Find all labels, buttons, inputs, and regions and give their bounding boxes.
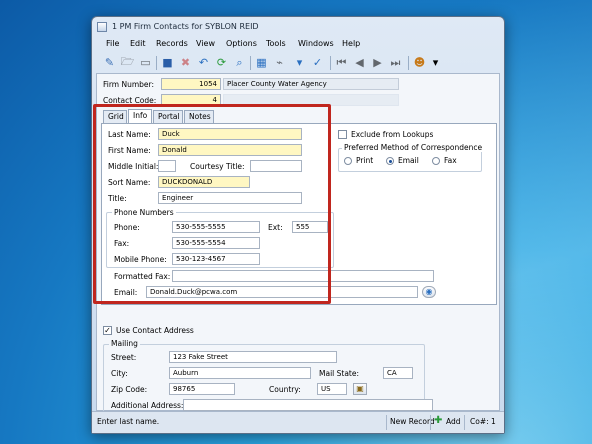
undo-icon[interactable]: ↶: [196, 55, 211, 70]
email-radio-label: Email: [398, 156, 419, 165]
record-state: New Record: [390, 417, 435, 426]
app-icon: [97, 22, 107, 32]
use-contact-address-label: Use Contact Address: [116, 326, 194, 335]
print-radio-label: Print: [356, 156, 374, 165]
last-record-icon[interactable]: ⏭: [388, 55, 403, 70]
refresh-icon[interactable]: ⟳: [214, 55, 229, 70]
print-icon[interactable]: ▭: [138, 55, 153, 70]
search-icon[interactable]: ⌕: [232, 55, 247, 70]
status-divider: [430, 415, 431, 430]
country-lookup-icon[interactable]: ▣: [353, 383, 367, 395]
toolbar: ✎ 🗁 ▭ ■ ✖ ↶ ⟳ ⌕ ▦ ⌁ ▾ ✓ ⏮ ◀ ▶ ⏭ ☻ ▾: [96, 53, 500, 73]
firm-number-label: Firm Number:: [103, 80, 155, 89]
email-radio[interactable]: [386, 157, 394, 165]
status-message: Enter last name.: [97, 417, 160, 426]
send-email-icon[interactable]: ◉: [422, 286, 436, 298]
window-title: 1 PM Firm Contacts for SYBLON REID: [112, 22, 259, 31]
previous-record-icon[interactable]: ◀: [352, 55, 367, 70]
menu-help[interactable]: Help: [342, 39, 360, 48]
menu-edit[interactable]: Edit: [130, 39, 146, 48]
toolbar-separator: [156, 56, 157, 70]
menu-bar: File Edit Records View Options Tools Win…: [96, 39, 500, 53]
toolbar-separator: [330, 56, 331, 70]
save-icon[interactable]: ■: [160, 55, 175, 70]
delete-icon[interactable]: ✖: [178, 55, 193, 70]
city-field[interactable]: Auburn: [169, 367, 311, 379]
dropdown-tool-icon[interactable]: ▾: [292, 55, 307, 70]
correspondence-label: Preferred Method of Correspondence: [342, 143, 485, 152]
menu-records[interactable]: Records: [156, 39, 188, 48]
add-button[interactable]: Add: [446, 417, 461, 426]
menu-windows[interactable]: Windows: [298, 39, 334, 48]
mail-state-label: Mail State:: [319, 369, 359, 378]
exclude-lookups-checkbox[interactable]: [338, 130, 347, 139]
record-count: Co#: 1: [470, 417, 496, 426]
street-field[interactable]: 123 Fake Street: [169, 351, 337, 363]
menu-file[interactable]: File: [106, 39, 119, 48]
first-record-icon[interactable]: ⏮: [334, 55, 349, 70]
calculator-icon[interactable]: ▦: [254, 55, 269, 70]
city-label: City:: [111, 369, 128, 378]
next-record-icon[interactable]: ▶: [370, 55, 385, 70]
firm-name-display: Placer County Water Agency: [223, 78, 399, 90]
chevron-down-icon[interactable]: ▾: [428, 55, 443, 70]
additional-address-field[interactable]: [183, 399, 433, 411]
print-radio[interactable]: [344, 157, 352, 165]
status-bar: Enter last name. New Record ✚ Add Co#: 1: [92, 411, 504, 433]
country-label: Country:: [269, 385, 301, 394]
use-contact-address-checkbox[interactable]: ✓: [103, 326, 112, 335]
status-divider: [464, 415, 465, 430]
zip-code-field[interactable]: 98765: [169, 383, 235, 395]
toolbar-separator: [250, 56, 251, 70]
menu-view[interactable]: View: [196, 39, 215, 48]
users-icon[interactable]: ☻: [412, 55, 427, 70]
street-label: Street:: [111, 353, 137, 362]
title-bar[interactable]: 1 PM Firm Contacts for SYBLON REID: [92, 17, 504, 37]
spellcheck-icon[interactable]: ✓: [310, 55, 325, 70]
open-icon[interactable]: 🗁: [120, 55, 135, 70]
country-field[interactable]: US: [317, 383, 347, 395]
toolbar-separator: [408, 56, 409, 70]
menu-options[interactable]: Options: [226, 39, 257, 48]
attachment-icon[interactable]: ⌁: [272, 55, 287, 70]
zip-code-label: Zip Code:: [111, 385, 148, 394]
additional-address-label: Additional Address:: [111, 401, 184, 410]
exclude-lookups-label: Exclude from Lookups: [351, 130, 434, 139]
mail-state-field[interactable]: CA: [383, 367, 413, 379]
menu-tools[interactable]: Tools: [266, 39, 286, 48]
fax-radio[interactable]: [432, 157, 440, 165]
firm-number-field[interactable]: 1054: [161, 78, 221, 90]
fax-radio-label: Fax: [444, 156, 457, 165]
add-icon[interactable]: ✚: [434, 415, 442, 426]
highlight-box: [93, 104, 331, 304]
status-divider: [386, 415, 387, 430]
mailing-label: Mailing: [109, 339, 140, 348]
new-record-icon[interactable]: ✎: [102, 55, 117, 70]
